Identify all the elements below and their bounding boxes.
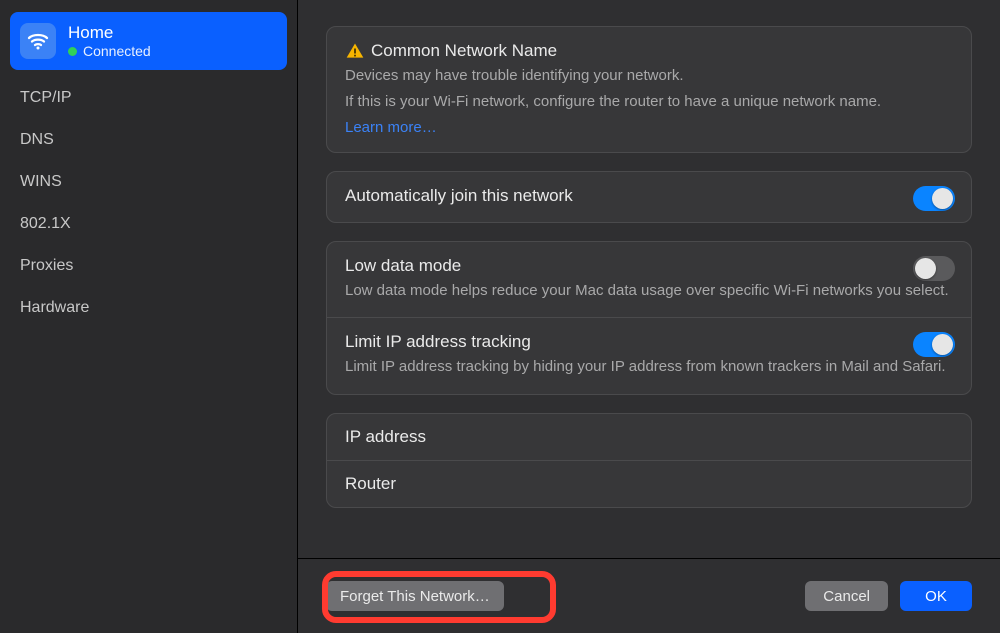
warning-panel: Common Network Name Devices may have tro… <box>326 26 972 153</box>
sidebar-item-tcpip[interactable]: TCP/IP <box>10 78 287 118</box>
warning-icon <box>345 41 365 61</box>
network-status: Connected <box>83 43 151 61</box>
autojoin-panel: Automatically join this network <box>326 171 972 223</box>
ip-address-label: IP address <box>345 427 426 447</box>
limitip-desc: Limit IP address tracking by hiding your… <box>345 356 953 378</box>
warning-desc-2: If this is your Wi-Fi network, configure… <box>345 91 953 113</box>
warning-title: Common Network Name <box>371 41 557 61</box>
warning-desc-1: Devices may have trouble identifying you… <box>345 65 953 87</box>
ok-button[interactable]: OK <box>900 581 972 611</box>
sidebar-item-dns[interactable]: DNS <box>10 120 287 160</box>
sidebar-item-wins[interactable]: WINS <box>10 162 287 202</box>
status-dot-icon <box>68 47 77 56</box>
learn-more-link[interactable]: Learn more… <box>345 119 953 136</box>
data-settings-panel: Low data mode Low data mode helps reduce… <box>326 241 972 396</box>
sidebar-item-8021x[interactable]: 802.1X <box>10 204 287 244</box>
sidebar-item-hardware[interactable]: Hardware <box>10 288 287 328</box>
sidebar-item-proxies[interactable]: Proxies <box>10 246 287 286</box>
lowdata-label: Low data mode <box>345 256 953 276</box>
limitip-label: Limit IP address tracking <box>345 332 953 352</box>
sidebar: Home Connected TCP/IP DNS WINS 802.1X Pr… <box>0 0 298 633</box>
network-info-panel: IP address Router <box>326 413 972 508</box>
lowdata-desc: Low data mode helps reduce your Mac data… <box>345 280 953 302</box>
router-label: Router <box>345 474 396 494</box>
autojoin-label: Automatically join this network <box>345 186 953 206</box>
lowdata-toggle[interactable] <box>913 256 955 281</box>
wifi-icon <box>20 23 56 59</box>
limitip-toggle[interactable] <box>913 332 955 357</box>
forget-network-button[interactable]: Forget This Network… <box>326 581 504 611</box>
cancel-button[interactable]: Cancel <box>805 581 888 611</box>
autojoin-toggle[interactable] <box>913 186 955 211</box>
sidebar-network-header[interactable]: Home Connected <box>10 12 287 70</box>
network-name: Home <box>68 22 151 43</box>
